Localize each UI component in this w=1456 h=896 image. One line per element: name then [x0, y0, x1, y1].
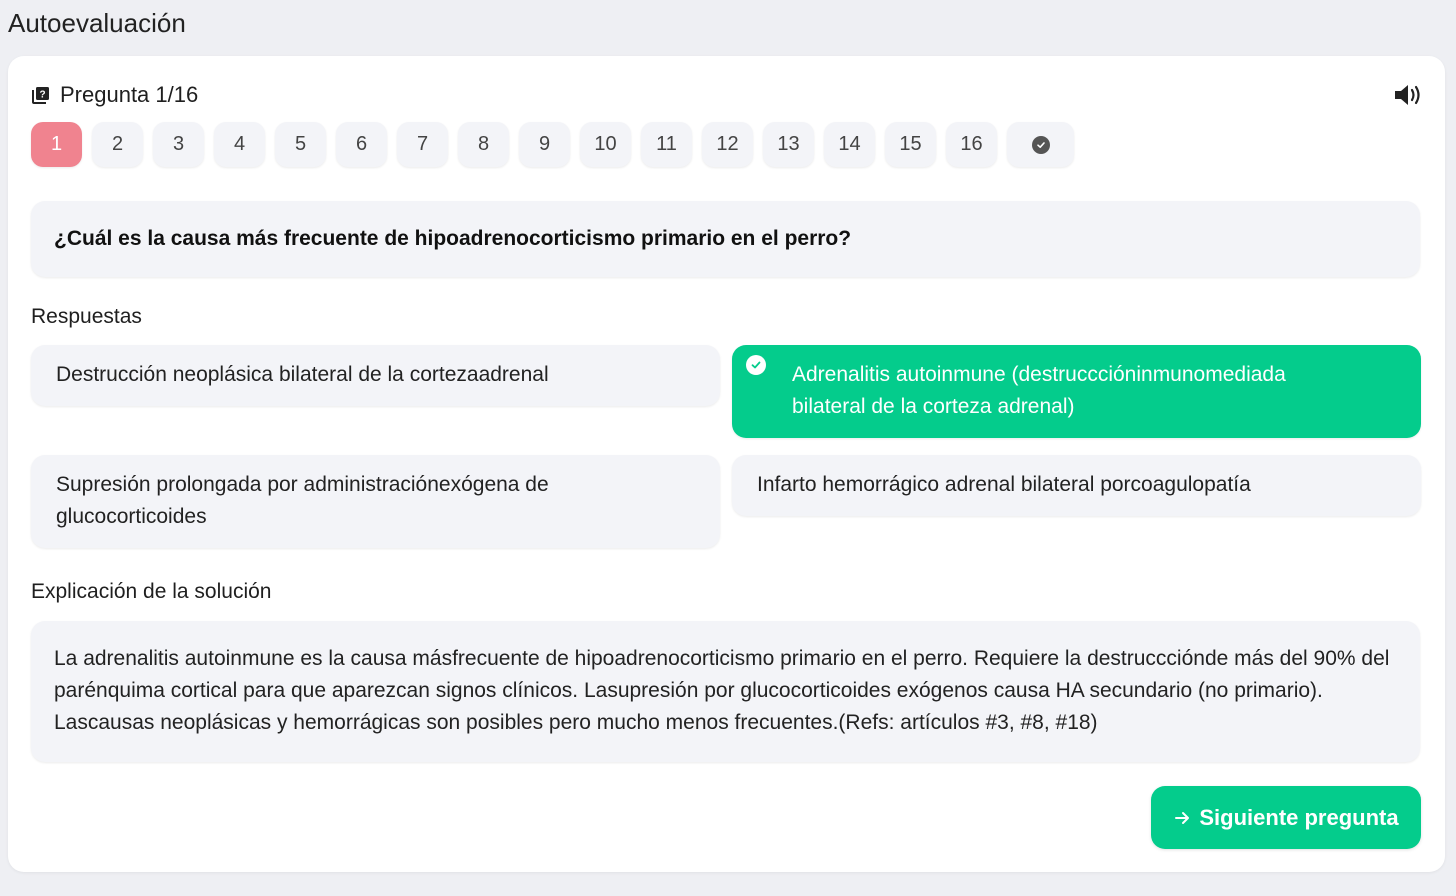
book-question-icon: ?: [32, 87, 49, 104]
next-question-label: Siguiente pregunta: [1199, 804, 1399, 830]
answer-text: Supresión prolongada por administracióne…: [56, 473, 549, 528]
question-number-button[interactable]: 4: [214, 122, 265, 167]
answer-option-2-correct[interactable]: Adrenalitis autoinmune (destrucccióninmu…: [732, 345, 1421, 438]
answer-option-3[interactable]: Supresión prolongada por administracióne…: [31, 455, 720, 548]
arrow-right-icon: [1175, 811, 1190, 824]
question-number-button[interactable]: 8: [458, 122, 509, 167]
question-number-button[interactable]: 13: [763, 122, 814, 167]
finish-button[interactable]: [1007, 122, 1074, 167]
svg-text:?: ?: [39, 90, 45, 101]
question-header: ? Pregunta 1/16: [32, 82, 198, 108]
question-number-button[interactable]: 10: [580, 122, 631, 167]
question-number-button[interactable]: 12: [702, 122, 753, 167]
question-number-button[interactable]: 3: [153, 122, 204, 167]
answer-option-1[interactable]: Destrucción neoplásica bilateral de la c…: [31, 345, 720, 406]
explanation-text: La adrenalitis autoinmune es la causa má…: [31, 621, 1420, 762]
next-question-button[interactable]: Siguiente pregunta: [1151, 786, 1421, 849]
answer-text: Adrenalitis autoinmune (destrucccióninmu…: [792, 363, 1286, 418]
question-number-button[interactable]: 2: [92, 122, 143, 167]
question-text: ¿Cuál es la causa más frecuente de hipoa…: [31, 201, 1420, 277]
question-number-button[interactable]: 5: [275, 122, 326, 167]
question-number-button[interactable]: 14: [824, 122, 875, 167]
page-title: Autoevaluación: [8, 8, 186, 38]
question-number-button[interactable]: 7: [397, 122, 448, 167]
question-number-button[interactable]: 1: [31, 122, 82, 167]
quiz-card: ? Pregunta 1/16 1 2 3 4 5 6 7 8 9 10 11 …: [8, 56, 1445, 872]
answers-label: Respuestas: [31, 305, 142, 328]
question-counter: Pregunta 1/16: [60, 82, 199, 107]
question-number-button[interactable]: 16: [946, 122, 997, 167]
question-number-button[interactable]: 15: [885, 122, 936, 167]
explanation-label: Explicación de la solución: [31, 580, 272, 603]
answer-option-4[interactable]: Infarto hemorrágico adrenal bilateral po…: [732, 455, 1421, 516]
question-number-button[interactable]: 6: [336, 122, 387, 167]
check-circle-icon: [1031, 135, 1050, 154]
answer-text: Infarto hemorrágico adrenal bilateral po…: [757, 473, 1251, 496]
speaker-icon[interactable]: [1393, 82, 1423, 108]
question-number-button[interactable]: 9: [519, 122, 570, 167]
question-number-button[interactable]: 11: [641, 122, 692, 167]
check-circle-icon: [746, 355, 766, 375]
question-number-nav: 1 2 3 4 5 6 7 8 9 10 11 12 13 14 15 16: [31, 122, 1074, 167]
answer-text: Destrucción neoplásica bilateral de la c…: [56, 363, 549, 386]
